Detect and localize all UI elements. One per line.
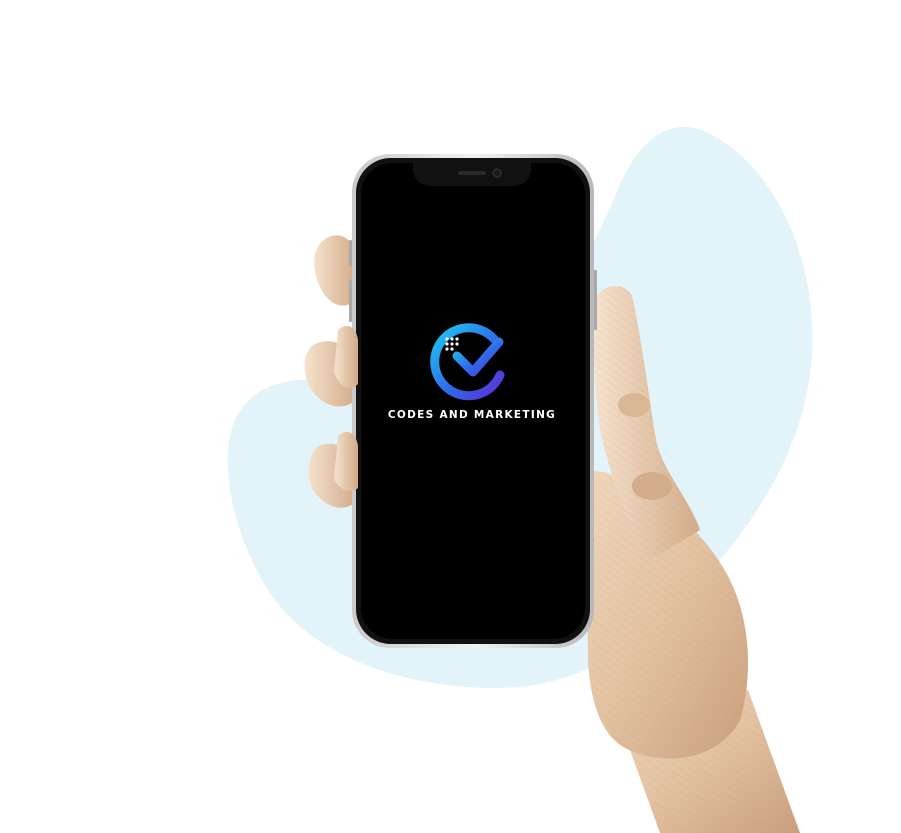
- brand-name-text: CODES AND MARKETING: [387, 409, 557, 421]
- phone-screen: [361, 163, 585, 639]
- speaker-grille: [458, 171, 486, 175]
- smartphone: [349, 154, 597, 648]
- front-camera-icon: [492, 168, 502, 178]
